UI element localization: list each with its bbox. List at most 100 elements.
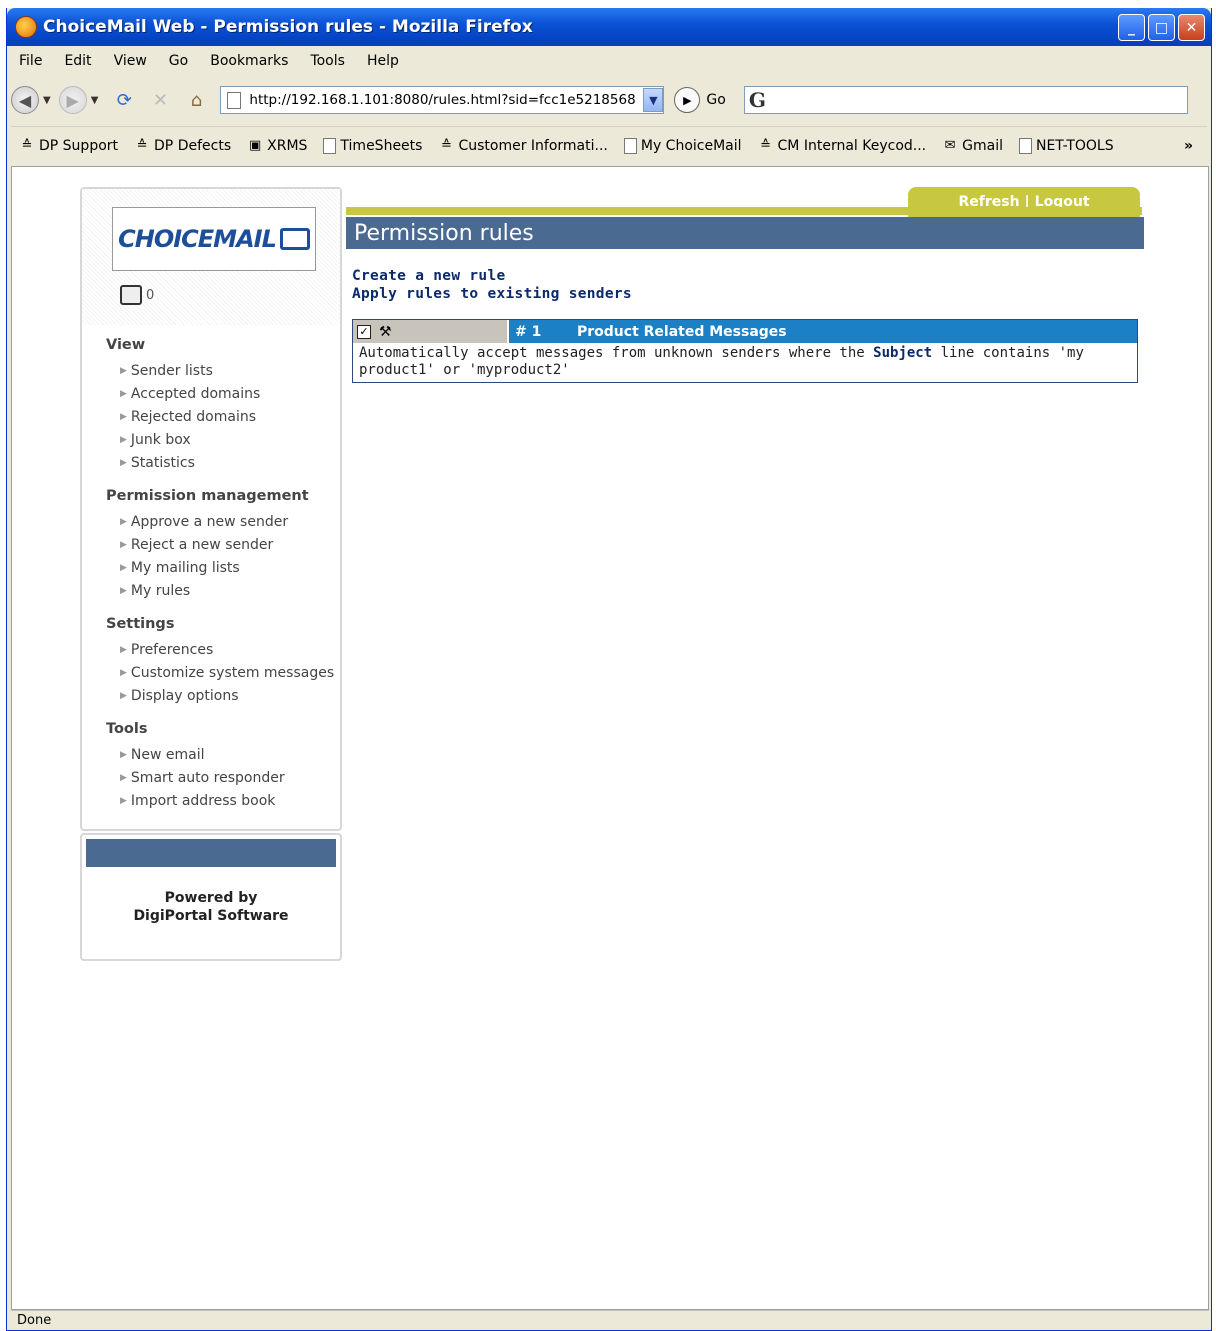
bookmark-dp-defects[interactable]: ≙ DP Defects bbox=[134, 138, 232, 154]
nav-item-new-email[interactable]: ▶ New email bbox=[120, 743, 334, 766]
arrow-icon: ▶ bbox=[120, 388, 127, 399]
forward-dropdown-icon[interactable]: ▼ bbox=[91, 95, 99, 106]
nav-item-auto-responder[interactable]: ▶ Smart auto responder bbox=[120, 766, 334, 789]
google-icon: G bbox=[748, 88, 766, 112]
header-accent-line bbox=[346, 207, 1142, 215]
bookmark-dp-support[interactable]: ≙ DP Support bbox=[19, 138, 118, 154]
bookmark-gmail[interactable]: ✉ Gmail bbox=[942, 138, 1003, 154]
arrow-icon: ▶ bbox=[120, 457, 127, 468]
go-icon: ▶ bbox=[674, 87, 701, 113]
arrow-icon: ▶ bbox=[120, 749, 127, 760]
nav-item-rejected-domains[interactable]: ▶ Rejected domains bbox=[120, 405, 334, 428]
gmail-icon: ✉ bbox=[944, 138, 956, 153]
bookmark-timesheets[interactable]: TimeSheets bbox=[323, 137, 422, 154]
bookmark-customer-info[interactable]: ≙ Customer Informati... bbox=[438, 138, 608, 154]
rule-name: Product Related Messages bbox=[577, 323, 787, 340]
browser-window: ChoiceMail Web - Permission rules - Mozi… bbox=[6, 8, 1212, 1331]
nav-item-junk-box[interactable]: ▶ Junk box bbox=[120, 428, 334, 451]
bookmark-net-tools[interactable]: NET-TOOLS bbox=[1018, 137, 1114, 154]
bookmarks-overflow-icon[interactable]: » bbox=[1184, 138, 1193, 154]
bookmark-xrms[interactable]: ▣ XRMS bbox=[247, 138, 307, 154]
page-icon bbox=[623, 137, 637, 154]
rule-description: Automatically accept messages from unkno… bbox=[359, 345, 1084, 378]
menu-bookmarks[interactable]: Bookmarks bbox=[199, 53, 299, 69]
rule-header: ✓ ⚒ # 1 Product Related Messages bbox=[353, 320, 1137, 343]
pending-count-value: 0 bbox=[146, 287, 155, 303]
nav-item-approve-sender[interactable]: ▶ Approve a new sender bbox=[120, 510, 334, 533]
bookmark-cm-internal[interactable]: ≙ CM Internal Keycod... bbox=[758, 138, 926, 154]
page-icon bbox=[1018, 137, 1032, 154]
nav-item-preferences[interactable]: ▶ Preferences bbox=[120, 638, 334, 661]
menu-view[interactable]: View bbox=[103, 53, 158, 69]
arrow-icon: ▶ bbox=[120, 690, 127, 701]
menu-bar: File Edit View Go Bookmarks Tools Help bbox=[11, 48, 410, 74]
back-icon[interactable]: ◀ bbox=[11, 86, 39, 114]
nav-item-accepted-domains[interactable]: ▶ Accepted domains bbox=[120, 382, 334, 405]
rule-item: ✓ ⚒ # 1 Product Related Messages Automat… bbox=[352, 319, 1138, 383]
stop-icon[interactable]: ✕ bbox=[148, 88, 172, 112]
navigation-toolbar: ◀ ▼ ▶ ▼ ⟳ ✕ ⌂ http://192.168.1.101:8080/… bbox=[11, 80, 1207, 120]
arrow-icon: ▶ bbox=[120, 667, 127, 678]
go-button[interactable]: ▶ Go bbox=[674, 87, 726, 113]
nav-section-settings: Settings bbox=[106, 616, 175, 632]
edit-rule-icon[interactable]: ⚒ bbox=[379, 324, 392, 340]
window-title: ChoiceMail Web - Permission rules - Mozi… bbox=[43, 17, 533, 37]
create-rule-link[interactable]: Create a new rule bbox=[352, 267, 632, 285]
folder-icon: ≙ bbox=[441, 138, 452, 153]
maximize-button[interactable]: □ bbox=[1148, 14, 1175, 41]
apply-rules-link[interactable]: Apply rules to existing senders bbox=[352, 285, 632, 303]
logo-area: CHOICEMAIL 0 bbox=[82, 189, 340, 325]
search-input[interactable]: G bbox=[743, 86, 1188, 114]
address-dropdown-icon[interactable]: ▼ bbox=[643, 88, 664, 112]
rule-controls: ✓ ⚒ bbox=[353, 320, 509, 343]
nav-item-display-options[interactable]: ▶ Display options bbox=[120, 684, 334, 707]
reload-icon[interactable]: ⟳ bbox=[112, 88, 136, 112]
powered-by-box: Powered by DigiPortal Software bbox=[80, 833, 342, 961]
minimize-button[interactable]: _ bbox=[1118, 14, 1145, 41]
title-bar: ChoiceMail Web - Permission rules - Mozi… bbox=[7, 8, 1211, 46]
go-label: Go bbox=[706, 92, 726, 108]
menu-tools[interactable]: Tools bbox=[299, 53, 356, 69]
menu-edit[interactable]: Edit bbox=[53, 53, 102, 69]
sidebar: CHOICEMAIL 0 View ▶ Sender lists ▶ Accepte… bbox=[80, 187, 342, 831]
arrow-icon: ▶ bbox=[120, 539, 127, 550]
folder-icon: ≙ bbox=[760, 138, 771, 153]
bookmark-my-choicemail[interactable]: My ChoiceMail bbox=[623, 137, 742, 154]
page-title: Permission rules bbox=[346, 217, 1144, 249]
address-bar[interactable]: http://192.168.1.101:8080/rules.html?sid… bbox=[220, 86, 665, 114]
nav-item-mailing-lists[interactable]: ▶ My mailing lists bbox=[120, 556, 334, 579]
logo-text: CHOICEMAIL bbox=[118, 225, 277, 253]
inbox-tray-icon bbox=[120, 285, 142, 305]
nav-item-sender-lists[interactable]: ▶ Sender lists bbox=[120, 359, 334, 382]
menu-file[interactable]: File bbox=[11, 53, 53, 69]
arrow-icon: ▶ bbox=[120, 434, 127, 445]
nav-item-system-messages[interactable]: ▶ Customize system messages bbox=[120, 661, 334, 684]
forward-icon[interactable]: ▶ bbox=[58, 86, 87, 114]
arrow-icon: ▶ bbox=[120, 585, 127, 596]
arrow-icon: ▶ bbox=[120, 562, 127, 573]
nav-item-my-rules[interactable]: ▶ My rules bbox=[120, 579, 334, 602]
arrow-icon: ▶ bbox=[120, 644, 127, 655]
arrow-icon: ▶ bbox=[120, 365, 127, 376]
powered-by-text: Powered by DigiPortal Software bbox=[133, 890, 289, 924]
rule-info[interactable]: # 1 Product Related Messages bbox=[509, 320, 1137, 343]
close-button[interactable]: ✕ bbox=[1178, 14, 1205, 41]
arrow-icon: ▶ bbox=[120, 795, 127, 806]
rule-number: # 1 bbox=[515, 323, 542, 340]
arrow-icon: ▶ bbox=[120, 516, 127, 527]
nav-item-import-address-book[interactable]: ▶ Import address book bbox=[120, 789, 334, 812]
address-text[interactable]: http://192.168.1.101:8080/rules.html?sid… bbox=[249, 92, 643, 108]
menu-go[interactable]: Go bbox=[158, 53, 199, 69]
nav-item-reject-sender[interactable]: ▶ Reject a new sender bbox=[120, 533, 334, 556]
rule-enabled-checkbox[interactable]: ✓ bbox=[357, 324, 371, 339]
pending-count[interactable]: 0 bbox=[120, 285, 154, 305]
choicemail-logo: CHOICEMAIL bbox=[112, 207, 316, 271]
nav-section-tools: Tools bbox=[106, 721, 148, 737]
status-bar: Done bbox=[11, 1310, 1209, 1330]
back-dropdown-icon[interactable]: ▼ bbox=[43, 95, 51, 106]
rule-actions: Create a new rule Apply rules to existin… bbox=[352, 267, 632, 303]
nav-item-statistics[interactable]: ▶ Statistics bbox=[120, 451, 334, 474]
home-icon[interactable]: ⌂ bbox=[184, 88, 208, 112]
nav-section-permission: Permission management bbox=[106, 488, 309, 504]
menu-help[interactable]: Help bbox=[356, 53, 410, 69]
